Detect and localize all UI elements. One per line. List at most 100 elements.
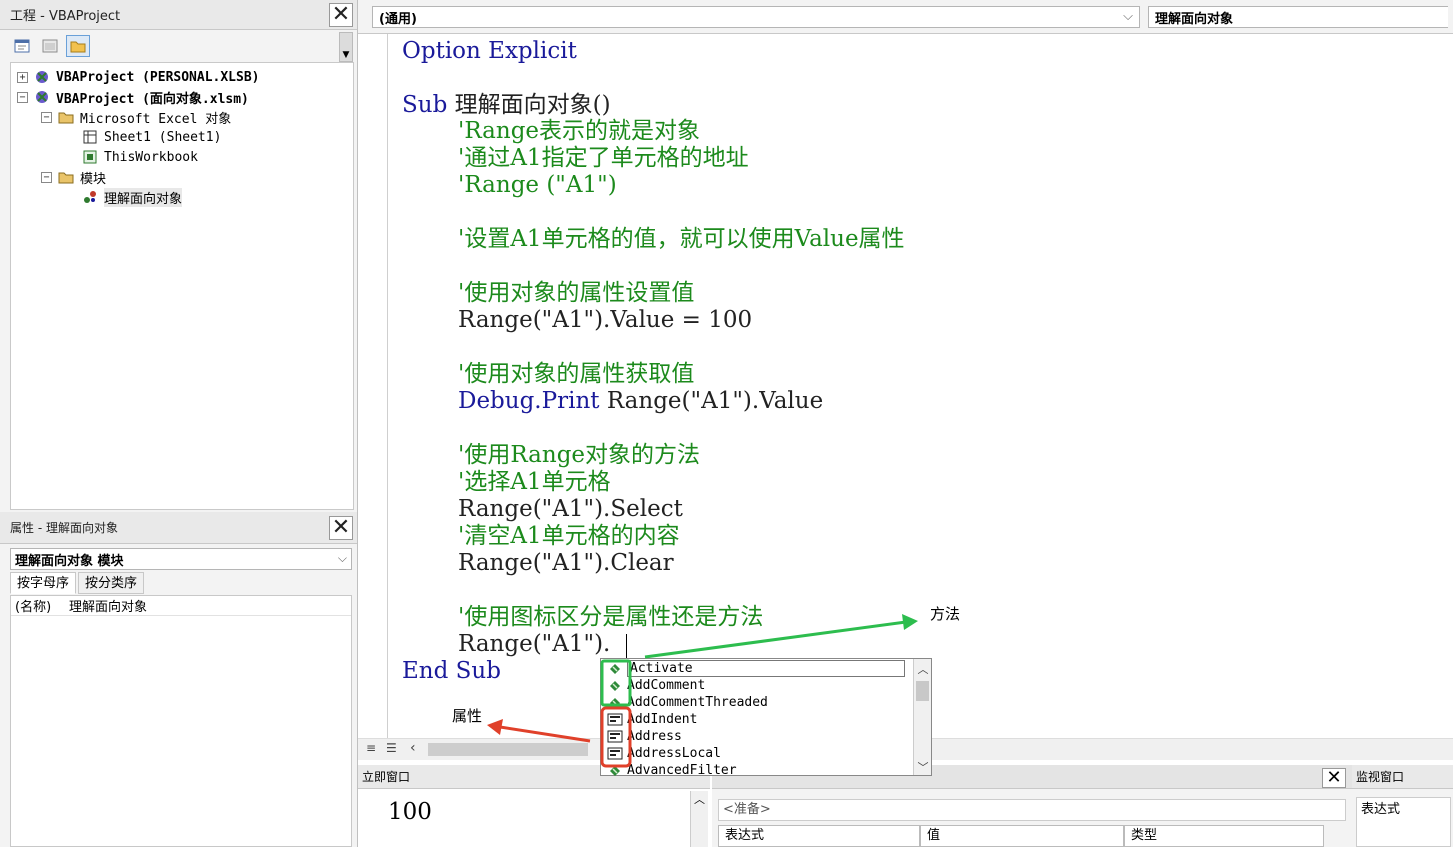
autocomplete-item-label: Address bbox=[627, 729, 682, 744]
code-line[interactable]: '使用对象的属性获取值 bbox=[458, 361, 694, 388]
code-line[interactable]: '选择A1单元格 bbox=[458, 469, 611, 496]
folder-icon bbox=[70, 41, 86, 53]
code-line[interactable]: Range("A1").Clear bbox=[458, 550, 674, 577]
autocomplete-item[interactable]: AddIndent bbox=[601, 711, 697, 728]
immediate-window-title-text: 立即窗口 bbox=[362, 770, 411, 784]
code-line[interactable]: '使用Range对象的方法 bbox=[458, 442, 700, 469]
code-line[interactable]: Debug.Print Range("A1").Value bbox=[458, 388, 823, 415]
tree-item-label: Microsoft Excel 对象 bbox=[80, 111, 232, 127]
view-code-button[interactable] bbox=[10, 35, 34, 57]
method-icon bbox=[607, 695, 623, 710]
chevron-down-icon: ⌵ bbox=[1123, 9, 1133, 24]
scroll-left-icon[interactable]: ‹ bbox=[410, 740, 416, 756]
scroll-down-icon[interactable]: ﹀ bbox=[914, 759, 932, 775]
code-line[interactable]: Option Explicit bbox=[402, 38, 577, 65]
autocomplete-item[interactable]: AddCommentThreaded bbox=[601, 694, 768, 711]
modules-folder-icon bbox=[58, 169, 74, 185]
code-editor[interactable]: Option Explicit Sub 理解面向对象() 'Range表示的就是对象… bbox=[402, 34, 1442, 738]
locals-column-value[interactable]: 值 bbox=[920, 825, 1124, 847]
properties-grid: (名称) 理解面向对象 bbox=[10, 595, 352, 847]
properties-object-select-value: 理解面向对象 模块 bbox=[15, 553, 124, 569]
method-icon bbox=[607, 678, 623, 693]
autocomplete-item[interactable]: AddressLocal bbox=[601, 745, 721, 762]
tree-item[interactable]: 理解面向对象 bbox=[65, 187, 183, 207]
immediate-scrollbar[interactable]: ︿ bbox=[690, 791, 708, 847]
code-line[interactable]: Range("A1").Value = 100 bbox=[458, 307, 752, 334]
collapse-icon[interactable]: − bbox=[41, 111, 52, 123]
full-module-view-icon[interactable]: ☰ bbox=[386, 741, 397, 755]
vba-project-icon bbox=[34, 89, 50, 105]
expand-icon[interactable]: + bbox=[17, 71, 28, 83]
watch-column-expression[interactable]: 表达式 bbox=[1356, 797, 1451, 847]
code-line[interactable]: Sub 理解面向对象() bbox=[402, 92, 611, 119]
method-icon bbox=[607, 763, 623, 778]
object-dropdown-value: (通用) bbox=[379, 11, 417, 27]
scrollbar-thumb[interactable] bbox=[428, 743, 588, 756]
text-cursor bbox=[626, 634, 627, 658]
view-object-button[interactable] bbox=[38, 35, 62, 57]
tree-item-label: VBAProject (PERSONAL.XLSB) bbox=[56, 69, 260, 85]
code-line[interactable]: 'Range ("A1") bbox=[458, 172, 617, 199]
code-line[interactable]: '通过A1指定了单元格的地址 bbox=[458, 145, 749, 172]
code-line[interactable]: End Sub bbox=[402, 658, 501, 685]
vba-project-icon bbox=[34, 69, 50, 85]
project-explorer-pane: 工程 - VBAProject ✕ ▼ + VBAProject (PERSONA… bbox=[0, 0, 358, 512]
immediate-window-output[interactable]: 100 bbox=[388, 799, 432, 825]
procedure-view-icon[interactable]: ≡ bbox=[366, 741, 376, 755]
chevron-down-icon: ⌵ bbox=[337, 551, 347, 565]
property-row[interactable]: (名称) 理解面向对象 bbox=[11, 596, 351, 616]
autocomplete-list[interactable]: Activate AddComment AddCommentThreaded AddI… bbox=[600, 658, 932, 779]
autocomplete-item[interactable]: AddComment bbox=[601, 677, 705, 694]
locals-close-button[interactable]: ✕ bbox=[1322, 768, 1346, 788]
collapse-icon[interactable]: − bbox=[17, 91, 28, 103]
tree-item[interactable]: − 模块 bbox=[41, 167, 106, 187]
code-margin-bar[interactable] bbox=[358, 34, 388, 738]
code-line[interactable]: '设置A1单元格的值，就可以使用Value属性 bbox=[458, 226, 905, 253]
excel-objects-folder-icon bbox=[58, 109, 74, 125]
code-line[interactable]: 'Range表示的就是对象 bbox=[458, 118, 700, 145]
object-dropdown[interactable]: (通用) ⌵ bbox=[372, 6, 1140, 28]
properties-object-select[interactable]: 理解面向对象 模块 ⌵ bbox=[10, 548, 352, 570]
collapse-icon[interactable]: − bbox=[41, 171, 52, 183]
view-object-icon bbox=[42, 39, 58, 53]
method-annotation-label: 方法 bbox=[930, 605, 961, 623]
procedure-dropdown[interactable]: 理解面向对象 bbox=[1148, 6, 1448, 28]
autocomplete-item-label: AdvancedFilter bbox=[627, 763, 737, 778]
tab-alphabetic[interactable]: 按字母序 bbox=[10, 572, 77, 594]
tab-categorized[interactable]: 按分类序 bbox=[78, 572, 145, 594]
tree-item[interactable]: ThisWorkbook bbox=[65, 147, 198, 167]
autocomplete-scrollbar[interactable]: ︿ ﹀ bbox=[913, 659, 931, 775]
properties-pane-close-button[interactable]: ✕ bbox=[329, 516, 353, 540]
locals-window: ✕ <准备> 表达式 值 类型 bbox=[712, 765, 1352, 847]
tree-item[interactable]: − VBAProject (面向对象.xlsm) bbox=[17, 87, 249, 107]
code-line[interactable]: '清空A1单元格的内容 bbox=[458, 523, 680, 550]
properties-pane-title-text: 属性 - 理解面向对象 bbox=[10, 521, 118, 535]
tree-item[interactable]: + VBAProject (PERSONAL.XLSB) bbox=[17, 67, 260, 87]
code-line[interactable]: Range("A1").Select bbox=[458, 496, 683, 523]
project-scrollbar[interactable]: ▼ bbox=[339, 32, 353, 62]
autocomplete-item[interactable]: AdvancedFilter bbox=[601, 762, 737, 779]
project-pane-close-button[interactable]: ✕ bbox=[329, 3, 353, 27]
toggle-folders-button[interactable] bbox=[66, 35, 90, 57]
module-icon bbox=[82, 189, 98, 205]
tree-item[interactable]: Sheet1 (Sheet1) bbox=[65, 127, 221, 147]
code-line[interactable]: Range("A1"). bbox=[458, 631, 610, 658]
code-line[interactable]: '使用图标区分是属性还是方法 bbox=[458, 604, 763, 631]
code-line[interactable]: '使用对象的属性设置值 bbox=[458, 280, 694, 307]
method-icon bbox=[607, 661, 623, 676]
tree-item-label: ThisWorkbook bbox=[104, 149, 198, 165]
autocomplete-item-label: AddCommentThreaded bbox=[627, 695, 768, 710]
autocomplete-item[interactable]: Address bbox=[601, 728, 682, 745]
tree-item-label: 理解面向对象 bbox=[104, 187, 183, 207]
autocomplete-scroll-thumb[interactable] bbox=[916, 681, 929, 701]
locals-column-type[interactable]: 类型 bbox=[1124, 825, 1324, 847]
properties-tabs: 按字母序 按分类序 bbox=[10, 572, 145, 594]
procedure-dropdown-value: 理解面向对象 bbox=[1155, 11, 1234, 27]
view-code-icon bbox=[14, 39, 30, 53]
scroll-up-icon[interactable]: ︿ bbox=[914, 661, 932, 677]
property-value[interactable]: 理解面向对象 bbox=[69, 596, 147, 615]
locals-column-expression[interactable]: 表达式 bbox=[718, 825, 920, 847]
autocomplete-item[interactable]: Activate bbox=[601, 660, 905, 677]
property-annotation-label: 属性 bbox=[452, 707, 483, 725]
tree-item[interactable]: − Microsoft Excel 对象 bbox=[41, 107, 231, 127]
